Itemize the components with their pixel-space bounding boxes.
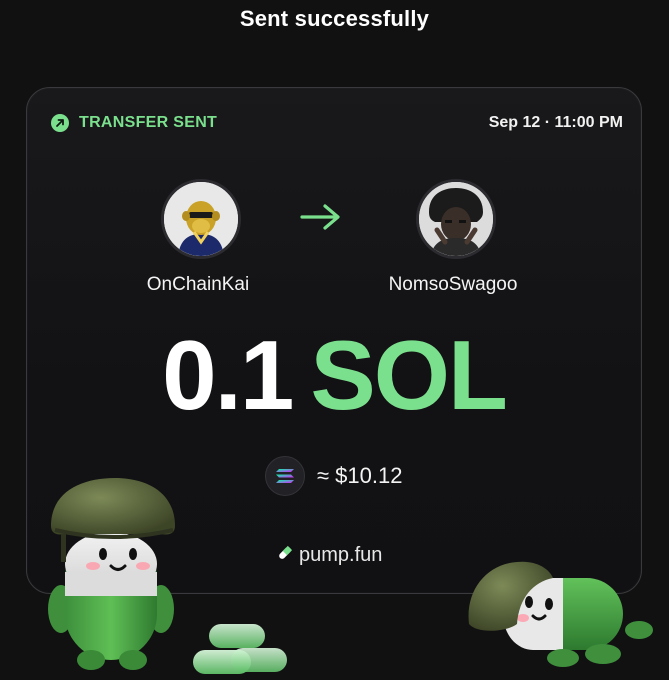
pill-mascot-left bbox=[41, 474, 191, 679]
brand-row[interactable]: pump.fun bbox=[277, 544, 382, 567]
amount-value: 0.1 bbox=[162, 320, 294, 430]
transfer-receipt-screen: Sent successfully TRANSFER SENT Sep 12 ·… bbox=[0, 0, 669, 680]
sender-avatar[interactable] bbox=[161, 179, 241, 259]
arrow-right-icon bbox=[299, 202, 343, 237]
pill-mascot-right bbox=[463, 554, 653, 679]
amount-ticker: SOL bbox=[310, 320, 507, 430]
amount-display: 0.1 SOL bbox=[27, 326, 641, 424]
fiat-row: ≈ $10.12 bbox=[265, 456, 402, 496]
timestamp: Sep 12 · 11:00 PM bbox=[488, 114, 623, 131]
pill-icon bbox=[277, 545, 293, 566]
sender-name[interactable]: OnChainKai bbox=[98, 274, 298, 296]
status-row: TRANSFER SENT bbox=[51, 114, 217, 132]
solana-icon bbox=[265, 456, 305, 496]
brand-label: pump.fun bbox=[299, 544, 383, 566]
page-title: Sent successfully bbox=[239, 6, 430, 31]
recipient-avatar[interactable] bbox=[416, 179, 496, 259]
pill-stack bbox=[187, 610, 297, 680]
arrow-up-right-icon bbox=[51, 114, 69, 132]
transfer-card: TRANSFER SENT Sep 12 · 11:00 PM OnChainK… bbox=[26, 87, 653, 674]
recipient-name[interactable]: NomsoSwagoo bbox=[353, 274, 553, 296]
status-label: TRANSFER SENT bbox=[79, 114, 218, 131]
fiat-value: ≈ $10.12 bbox=[317, 463, 403, 488]
